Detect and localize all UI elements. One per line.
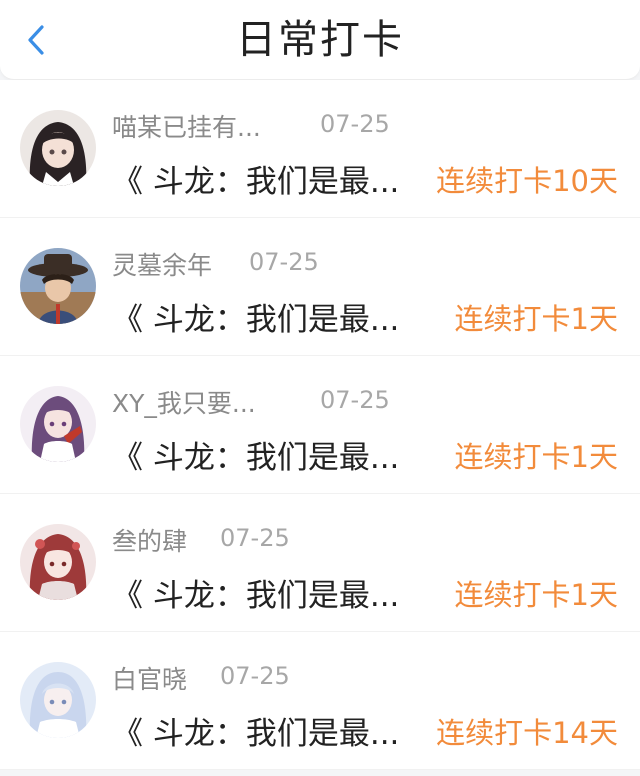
list-item[interactable]: 白官晓 07-25 《 斗龙：我们是最... 连续打卡14天 — [0, 632, 640, 770]
book-title[interactable]: 《 斗龙：我们是最... — [112, 156, 399, 201]
book-title[interactable]: 《 斗龙：我们是最... — [112, 432, 399, 477]
user-name[interactable]: 喵某已挂有... — [112, 108, 261, 144]
avatar-white-girl-icon — [20, 662, 96, 738]
avatar[interactable] — [20, 248, 96, 324]
list-item[interactable]: 叁的肆 07-25 《 斗龙：我们是最... 连续打卡1天 — [0, 494, 640, 632]
avatar-purple-girl-icon — [20, 386, 96, 462]
avatar[interactable] — [20, 524, 96, 600]
top-bar: 日常打卡 — [0, 0, 640, 80]
user-name[interactable]: XY_我只要... — [112, 384, 256, 420]
checkin-date: 07-25 — [320, 386, 390, 414]
streak-label: 连续打卡1天 — [454, 440, 618, 474]
avatar[interactable] — [20, 110, 96, 186]
list-item[interactable]: XY_我只要... 07-25 《 斗龙：我们是最... 连续打卡1天 — [0, 356, 640, 494]
avatar[interactable] — [20, 386, 96, 462]
user-name[interactable]: 灵墓余年 — [112, 246, 212, 282]
checkin-date: 07-25 — [249, 248, 319, 276]
page-title: 日常打卡 — [236, 17, 404, 63]
book-title[interactable]: 《 斗龙：我们是最... — [112, 570, 399, 615]
streak-label: 连续打卡10天 — [436, 164, 618, 198]
avatar-red-girl-icon — [20, 524, 96, 600]
avatar-hat-boy-icon — [20, 248, 96, 324]
streak-label: 连续打卡1天 — [454, 302, 618, 336]
streak-label: 连续打卡1天 — [454, 578, 618, 612]
checkin-date: 07-25 — [320, 110, 390, 138]
checkin-date: 07-25 — [220, 662, 290, 690]
avatar-dark-hair-icon — [20, 110, 96, 186]
user-name[interactable]: 白官晓 — [112, 660, 187, 696]
book-title[interactable]: 《 斗龙：我们是最... — [112, 294, 399, 339]
streak-label: 连续打卡14天 — [436, 716, 618, 750]
list-item[interactable]: 灵墓余年 07-25 《 斗龙：我们是最... 连续打卡1天 — [0, 218, 640, 356]
book-title[interactable]: 《 斗龙：我们是最... — [112, 708, 399, 753]
checkin-list: 喵某已挂有... 07-25 《 斗龙：我们是最... 连续打卡10天 灵墓余年… — [0, 80, 640, 770]
avatar[interactable] — [20, 662, 96, 738]
list-item[interactable]: 喵某已挂有... 07-25 《 斗龙：我们是最... 连续打卡10天 — [0, 80, 640, 218]
checkin-date: 07-25 — [220, 524, 290, 552]
user-name[interactable]: 叁的肆 — [112, 522, 187, 558]
